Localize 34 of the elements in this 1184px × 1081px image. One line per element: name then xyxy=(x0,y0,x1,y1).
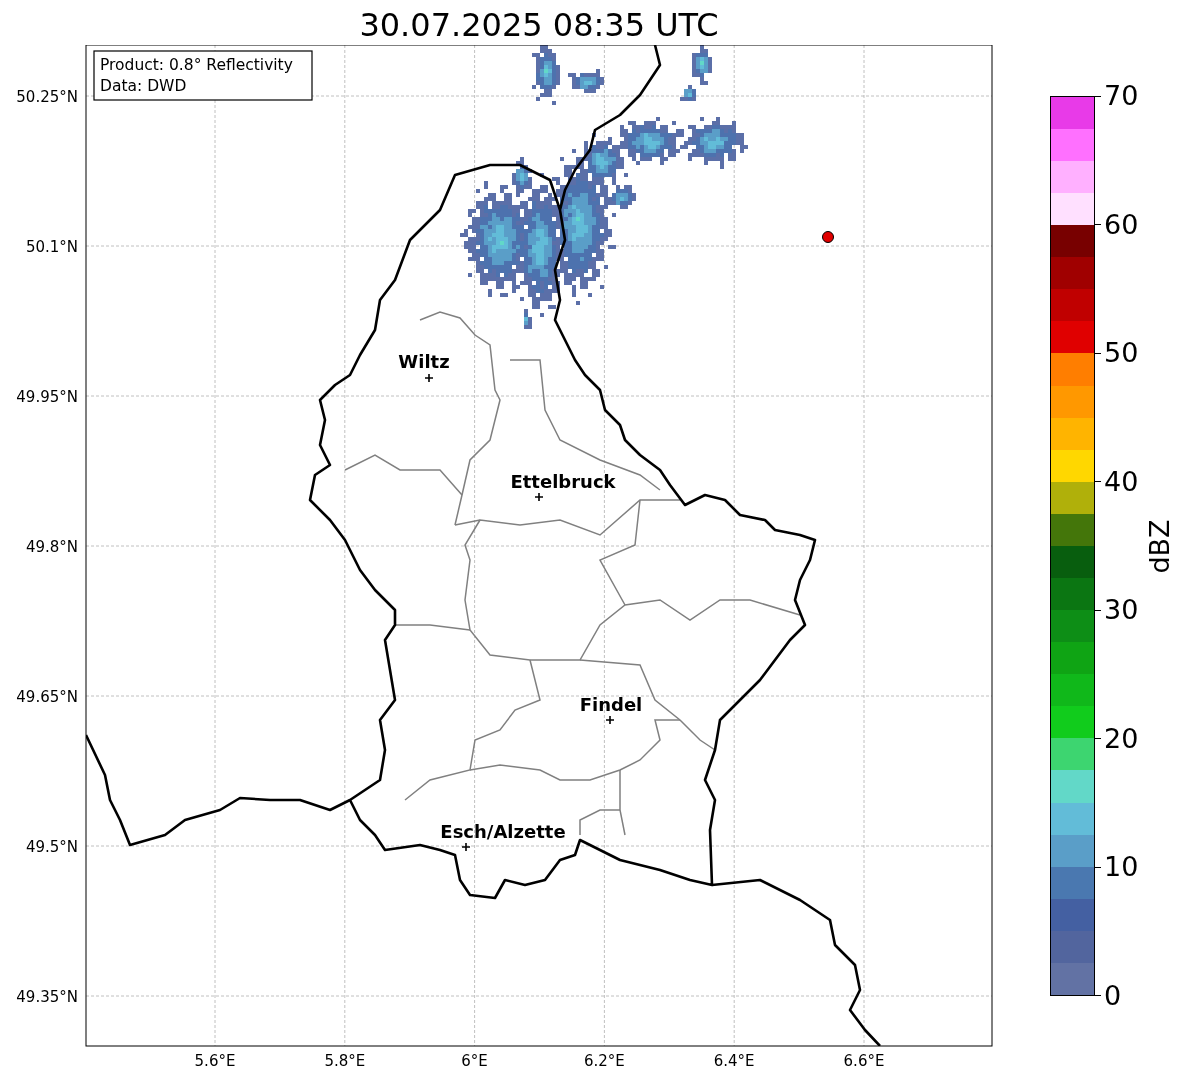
colorbar-label: dBZ xyxy=(1143,518,1175,574)
colorbar-tick-label: 20 xyxy=(1104,723,1139,754)
latitude-label: 49.95°N xyxy=(16,388,78,406)
chart-title: 30.07.2025 08:35 UTC xyxy=(358,5,720,45)
colorbar-tick-label: 70 xyxy=(1104,81,1139,111)
longitude-label: 5.6°E xyxy=(194,1052,236,1070)
info-text: Product: 0.8° Reflectivity xyxy=(100,56,293,74)
info-text: Data: DWD xyxy=(100,77,187,95)
latitude-label: 49.8°N xyxy=(25,538,78,556)
longitude-label: 5.8°E xyxy=(324,1052,366,1070)
latitude-label: 49.35°N xyxy=(16,988,78,1006)
city-label: Ettelbruck xyxy=(510,471,616,492)
city-label: Esch/Alzette xyxy=(440,821,566,842)
colorbar-tick-label: 10 xyxy=(1104,852,1139,883)
latitude-label: 49.5°N xyxy=(25,838,78,856)
longitude-label: 6°E xyxy=(461,1052,488,1070)
longitude-label: 6.2°E xyxy=(584,1052,625,1070)
city-marker xyxy=(424,373,434,383)
colorbar-tick-label: 0 xyxy=(1104,980,1122,1011)
location-marker xyxy=(822,231,834,243)
colorbar-tick-label: 40 xyxy=(1104,466,1139,497)
longitude-label: 6.6°E xyxy=(843,1052,885,1070)
city-marker xyxy=(461,842,471,852)
city-label: Wiltz xyxy=(398,351,450,372)
latitude-label: 50.25°N xyxy=(16,88,78,106)
colorbar-tick-label: 50 xyxy=(1104,338,1139,369)
colorbar-tick-label: 30 xyxy=(1104,595,1139,626)
colorbar-tick-label: 60 xyxy=(1104,209,1139,240)
city-label: Findel xyxy=(579,694,643,715)
city-marker xyxy=(605,715,615,725)
longitude-label: 6.4°E xyxy=(713,1052,755,1070)
latitude-label: 49.65°N xyxy=(16,688,78,706)
latitude-label: 50.1°N xyxy=(25,238,78,256)
city-marker xyxy=(534,492,544,502)
